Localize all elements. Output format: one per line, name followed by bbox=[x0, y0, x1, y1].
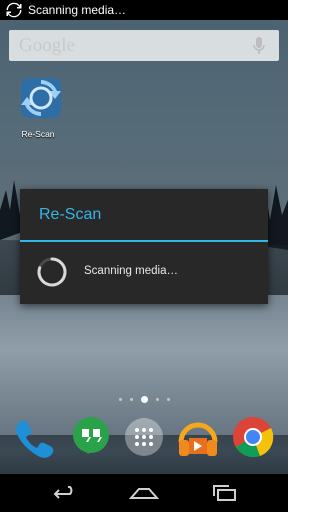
google-search-bar[interactable]: Google bbox=[9, 30, 279, 61]
dialog-message: Scanning media… bbox=[84, 265, 178, 277]
page-dot bbox=[118, 398, 122, 401]
search-placeholder: Google bbox=[19, 34, 75, 56]
app-drawer-icon[interactable] bbox=[121, 414, 167, 460]
rescan-dialog: Re-Scan Scanning media… bbox=[20, 189, 268, 304]
dock bbox=[0, 414, 288, 464]
navigation-bar bbox=[0, 474, 288, 512]
chrome-icon[interactable] bbox=[230, 414, 276, 460]
refresh-icon bbox=[21, 78, 61, 118]
page-dot-active bbox=[140, 396, 148, 403]
status-notification-text: Scanning media… bbox=[28, 3, 127, 17]
page-indicator bbox=[0, 396, 288, 403]
page-dot bbox=[155, 398, 159, 401]
status-bar: Scanning media… bbox=[0, 0, 288, 20]
headphones-icon[interactable] bbox=[175, 414, 221, 460]
dialog-title: Re-Scan bbox=[39, 206, 102, 223]
home-button[interactable] bbox=[127, 480, 161, 506]
recents-button[interactable] bbox=[207, 480, 241, 506]
dialog-divider bbox=[20, 240, 268, 242]
hangouts-icon[interactable] bbox=[68, 414, 114, 460]
page-dot bbox=[166, 398, 170, 401]
sync-icon bbox=[6, 2, 22, 18]
back-button[interactable] bbox=[47, 480, 81, 506]
back-icon bbox=[53, 486, 73, 499]
page-dot bbox=[129, 398, 133, 401]
mic-icon[interactable] bbox=[253, 36, 265, 55]
phone-icon[interactable] bbox=[10, 414, 56, 460]
recents-icon bbox=[213, 485, 236, 501]
home-icon bbox=[129, 488, 159, 499]
rescan-shortcut[interactable]: Re-Scan bbox=[17, 76, 65, 139]
shortcut-label: Re-Scan bbox=[21, 129, 55, 139]
progress-spinner bbox=[37, 257, 67, 287]
